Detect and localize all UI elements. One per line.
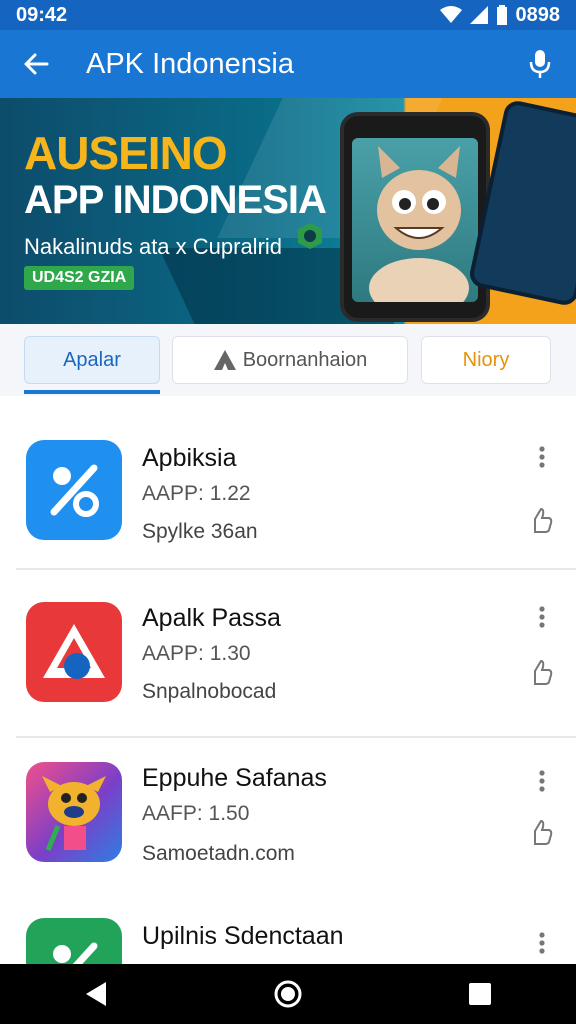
tab-boornanhaion[interactable]: Boornanhaion — [172, 336, 408, 384]
like-button[interactable] — [526, 656, 558, 688]
page-title: APK Indonensia — [86, 47, 294, 80]
cartoon-creature-icon — [369, 146, 469, 302]
like-button[interactable] — [526, 504, 558, 536]
app-name: Eppuhe Safanas — [142, 764, 327, 792]
arrow-left-icon — [24, 53, 49, 75]
app-version: AAFP: 1.50 — [142, 802, 250, 825]
app-icon — [26, 602, 122, 702]
system-nav-bar — [0, 964, 576, 1024]
app-name: Upilnis Sdenctaan — [142, 922, 344, 950]
tab-label: Apalar — [63, 348, 121, 371]
cartoon-creature-icon — [42, 776, 106, 851]
status-battery-text: 0898 — [515, 3, 561, 26]
app-icon — [26, 440, 122, 540]
more-options-button[interactable] — [528, 766, 556, 796]
nav-back-button[interactable] — [66, 964, 126, 1024]
home-circle-icon — [274, 980, 302, 1008]
tab-bar: Apalar Boornanhaion Niory — [0, 324, 576, 396]
tab-niory[interactable]: Niory — [421, 336, 551, 384]
nav-home-button[interactable] — [258, 964, 318, 1024]
thumb-icon — [534, 659, 553, 685]
shield-badge-icon — [298, 223, 322, 249]
active-tab-indicator — [24, 390, 160, 394]
banner-subtitle: Nakalinuds ata x Cupralrid — [24, 234, 283, 259]
thumb-icon — [534, 819, 553, 845]
tab-apalar[interactable]: Apalar — [24, 336, 160, 384]
status-bar: 09:42 0898 — [0, 0, 576, 30]
tab-label: Boornanhaion — [242, 348, 368, 371]
back-button[interactable] — [0, 30, 72, 98]
more-options-button[interactable] — [528, 602, 556, 632]
more-vert-icon — [539, 932, 545, 954]
app-name: Apbiksia — [142, 444, 237, 472]
like-button[interactable] — [526, 816, 558, 848]
signal-icon — [469, 6, 488, 24]
thumb-icon — [534, 507, 553, 533]
more-options-button[interactable] — [528, 928, 556, 958]
app-name: Apalk Passa — [142, 604, 281, 632]
app-version: AAPP: 1.22 — [142, 482, 251, 505]
more-vert-icon — [539, 770, 545, 792]
status-icons: 0898 — [439, 3, 561, 27]
phone-illustration — [340, 112, 490, 322]
app-developer: Spylke 36an — [142, 520, 258, 543]
mic-icon — [529, 50, 551, 78]
more-vert-icon — [539, 446, 545, 468]
app-version: AAPP: 1.30 — [142, 642, 251, 665]
phone-screen — [352, 138, 478, 302]
recents-square-icon — [469, 983, 491, 1005]
list-item[interactable]: Upilnis Sdenctaan — [0, 898, 576, 964]
percent-icon — [53, 942, 98, 964]
app-developer: Snpalnobocad — [142, 680, 277, 703]
app-icon — [26, 918, 122, 964]
battery-icon — [496, 5, 507, 25]
nav-recents-button[interactable] — [450, 964, 510, 1024]
a-logo-icon — [213, 349, 237, 371]
app-bar: APK Indonensia — [0, 30, 576, 98]
tab-label: Niory — [462, 348, 510, 371]
voice-search-button[interactable] — [504, 30, 576, 98]
banner-headline: AUSEINO — [24, 127, 228, 179]
status-time: 09:42 — [16, 3, 68, 26]
more-vert-icon — [539, 606, 545, 628]
more-options-button[interactable] — [528, 442, 556, 472]
banner-headline-secondary: APP INDONESIA — [24, 178, 327, 222]
app-icon — [26, 762, 122, 862]
wifi-icon — [439, 6, 462, 23]
app-developer: Samoetadn.com — [142, 842, 295, 865]
back-triangle-icon — [86, 982, 106, 1006]
list-item[interactable]: Eppuhe Safanas AAFP: 1.50 Samoetadn.com — [0, 738, 576, 900]
percent-icon — [50, 464, 99, 517]
list-item[interactable]: Apbiksia AAPP: 1.22 Spylke 36an — [0, 408, 576, 570]
promo-banner[interactable]: AUSEINO APP INDONESIA Nakalinuds ata x C… — [0, 98, 576, 324]
list-item[interactable]: Apalk Passa AAPP: 1.30 Snpalnobocad — [0, 576, 576, 738]
triangle-logo-icon — [43, 624, 105, 679]
divider — [16, 568, 576, 570]
banner-tag: UD4S2 GZIA — [24, 266, 135, 290]
